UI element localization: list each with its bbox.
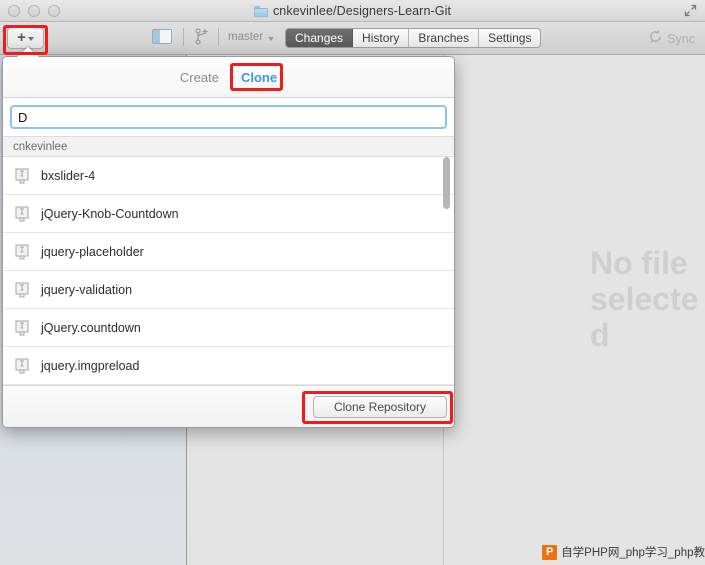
view-segmented-control: Changes History Branches Settings <box>285 28 542 48</box>
sidebar-toggle-icon[interactable] <box>152 29 172 44</box>
empty-state-text: No file selected <box>590 245 699 353</box>
watermark-logo-icon: P <box>542 544 558 560</box>
folder-icon <box>253 5 268 17</box>
refresh-icon <box>648 29 663 49</box>
chevron-down-icon <box>27 37 34 41</box>
list-item[interactable]: jquery.imgpreload <box>3 347 454 385</box>
plus-icon: + <box>17 29 26 46</box>
repository-name: jquery.imgpreload <box>41 358 140 373</box>
clone-repository-button[interactable]: Clone Repository <box>313 395 447 418</box>
repository-name: jquery-validation <box>41 282 133 297</box>
add-repository-popover: Create Clone cnkevinlee bxslider-4 <box>2 56 455 428</box>
watermark: P 自学PHP网_php学习_php教 <box>542 544 705 560</box>
list-scrollbar[interactable] <box>443 157 450 391</box>
list-item[interactable]: jQuery.countdown <box>3 309 454 347</box>
sync-label: Sync <box>667 32 695 46</box>
add-repository-button[interactable]: + <box>7 27 44 49</box>
popover-footer: Clone Repository <box>3 385 454 427</box>
repository-name: jQuery.countdown <box>41 320 141 335</box>
chevron-down-icon-branch[interactable] <box>268 37 274 41</box>
scrollbar-thumb[interactable] <box>443 157 450 209</box>
repository-icon <box>15 244 29 260</box>
window-title-group: cnkevinlee/Designers-Learn-Git <box>0 0 705 22</box>
tab-changes[interactable]: Changes <box>286 29 354 47</box>
search-input[interactable] <box>10 105 447 129</box>
list-item[interactable]: bxslider-4 <box>3 157 454 195</box>
repository-name: bxslider-4 <box>41 168 96 183</box>
tab-history[interactable]: History <box>353 29 410 47</box>
toolbar-divider <box>183 28 184 46</box>
repository-icon <box>15 168 29 184</box>
create-branch-icon[interactable] <box>194 28 210 45</box>
title-bar: cnkevinlee/Designers-Learn-Git <box>0 0 705 22</box>
watermark-text: 自学PHP网_php学习_php教 <box>561 547 705 559</box>
expand-icon[interactable] <box>684 4 697 17</box>
repository-name: jquery-placeholder <box>41 244 144 259</box>
app-window: cnkevinlee/Designers-Learn-Git + master … <box>0 0 705 565</box>
repository-list[interactable]: bxslider-4 jQuery-Knob-Countdown jquery-… <box>3 157 454 391</box>
repository-icon <box>15 282 29 298</box>
popover-arrow <box>17 47 39 57</box>
tab-branches[interactable]: Branches <box>409 29 480 47</box>
toolbar-divider-2 <box>218 28 219 46</box>
repository-name: jQuery-Knob-Countdown <box>41 206 179 221</box>
list-item[interactable]: jquery-validation <box>3 271 454 309</box>
account-group-header: cnkevinlee <box>3 136 454 157</box>
list-item[interactable]: jQuery-Knob-Countdown <box>3 195 454 233</box>
branch-selector-label[interactable]: master <box>228 31 263 43</box>
repository-icon <box>15 206 29 222</box>
tab-create[interactable]: Create <box>180 70 219 85</box>
tab-clone[interactable]: Clone <box>241 70 277 85</box>
list-item[interactable]: jquery-placeholder <box>3 233 454 271</box>
repository-icon <box>15 320 29 336</box>
search-row <box>3 98 454 136</box>
popover-tabs: Create Clone <box>3 57 454 98</box>
repository-icon <box>15 358 29 374</box>
tab-settings[interactable]: Settings <box>479 29 540 47</box>
page-title: cnkevinlee/Designers-Learn-Git <box>272 4 452 18</box>
sync-button[interactable]: Sync <box>648 29 695 49</box>
